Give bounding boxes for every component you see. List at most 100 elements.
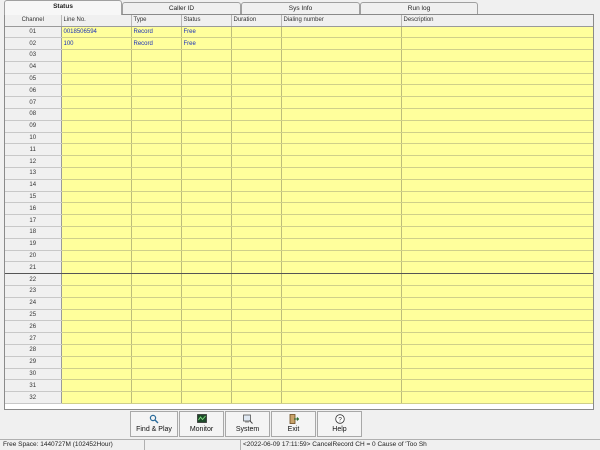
table-row[interactable]: 30 (5, 368, 593, 381)
table-row[interactable]: 18 (5, 226, 593, 239)
table-row[interactable]: 27 (5, 332, 593, 346)
table-row[interactable]: 02 100 Record Free (5, 37, 593, 51)
table-row[interactable]: 16 (5, 202, 593, 216)
cell-type (131, 191, 182, 204)
cell-channel[interactable]: 31 (5, 379, 62, 393)
monitor-button[interactable]: Monitor (179, 411, 224, 437)
table-row[interactable]: 31 (5, 379, 593, 393)
table-row[interactable]: 29 (5, 356, 593, 369)
column-header-description[interactable]: Description (401, 15, 593, 27)
cell-dialing (281, 285, 402, 298)
cell-channel[interactable]: 09 (5, 120, 62, 133)
cell-channel[interactable]: 14 (5, 179, 62, 192)
cell-channel[interactable]: 02 (5, 37, 62, 51)
table-row[interactable]: 14 (5, 179, 593, 192)
table-row[interactable]: 17 (5, 214, 593, 228)
cell-type (131, 273, 182, 287)
cell-dialing (281, 37, 402, 51)
table-row[interactable]: 10 (5, 132, 593, 145)
cell-type (131, 202, 182, 216)
table-row[interactable]: 05 (5, 73, 593, 86)
cell-channel[interactable]: 15 (5, 191, 62, 204)
cell-channel[interactable]: 22 (5, 273, 62, 287)
tab-status[interactable]: Status (4, 0, 122, 15)
table-row[interactable]: 20 (5, 250, 593, 263)
cell-channel[interactable]: 11 (5, 143, 62, 157)
help-button[interactable]: ? Help (317, 411, 362, 437)
cell-channel[interactable]: 32 (5, 391, 62, 404)
table-row[interactable]: 01 0018506594 Record Free (5, 26, 593, 39)
cell-channel[interactable]: 25 (5, 309, 62, 322)
cell-duration (231, 214, 282, 228)
table-row[interactable]: 28 (5, 344, 593, 357)
cell-channel[interactable]: 28 (5, 344, 62, 357)
cell-dialing (281, 108, 402, 121)
table-row[interactable]: 06 (5, 84, 593, 98)
table-row[interactable]: 07 (5, 96, 593, 110)
cell-channel[interactable]: 27 (5, 332, 62, 346)
table-row[interactable]: 22 (5, 273, 593, 287)
system-button[interactable]: System (225, 411, 270, 437)
cell-channel[interactable]: 16 (5, 202, 62, 216)
exit-button[interactable]: Exit (271, 411, 316, 437)
table-row[interactable]: 11 (5, 143, 593, 157)
cell-channel[interactable]: 13 (5, 167, 62, 180)
cell-channel[interactable]: 01 (5, 26, 62, 39)
cell-channel[interactable]: 29 (5, 356, 62, 369)
cell-channel[interactable]: 26 (5, 320, 62, 334)
column-header-channel[interactable]: Channel (5, 15, 62, 27)
table-row[interactable]: 26 (5, 320, 593, 334)
cell-line (61, 226, 132, 239)
find-play-button[interactable]: Find & Play (130, 411, 178, 437)
svg-text:?: ? (338, 416, 342, 423)
cell-channel[interactable]: 06 (5, 84, 62, 98)
tab-caller-id[interactable]: Caller ID (122, 2, 241, 14)
cell-type (131, 344, 182, 357)
cell-channel[interactable]: 18 (5, 226, 62, 239)
cell-channel[interactable]: 17 (5, 214, 62, 228)
cell-type (131, 309, 182, 322)
column-header-line-no[interactable]: Line No. (61, 15, 132, 27)
tab-run-log[interactable]: Run log (360, 2, 478, 14)
cell-channel[interactable]: 03 (5, 49, 62, 62)
table-row[interactable]: 24 (5, 297, 593, 310)
table-row[interactable]: 15 (5, 191, 593, 204)
cell-channel[interactable]: 30 (5, 368, 62, 381)
cell-status (181, 120, 232, 133)
cell-channel[interactable]: 08 (5, 108, 62, 121)
cell-type (131, 226, 182, 239)
cell-channel[interactable]: 05 (5, 73, 62, 86)
cell-channel[interactable]: 04 (5, 61, 62, 74)
cell-channel[interactable]: 24 (5, 297, 62, 310)
cell-channel[interactable]: 12 (5, 155, 62, 169)
cell-description (401, 84, 593, 98)
column-header-dialing-number[interactable]: Dialing number (281, 15, 402, 27)
table-row[interactable]: 13 (5, 167, 593, 180)
column-header-type[interactable]: Type (131, 15, 182, 27)
table-row[interactable]: 04 (5, 61, 593, 74)
table-row[interactable]: 23 (5, 285, 593, 298)
cell-channel[interactable]: 10 (5, 132, 62, 145)
table-row[interactable]: 25 (5, 309, 593, 322)
table-row[interactable]: 03 (5, 49, 593, 62)
cell-channel[interactable]: 21 (5, 261, 62, 275)
tab-sys-info[interactable]: Sys Info (241, 2, 360, 14)
free-space-text: Free Space: 1440727M (102452Hour) (3, 441, 113, 448)
cell-type (131, 214, 182, 228)
table-row[interactable]: 19 (5, 238, 593, 251)
table-row[interactable]: 12 (5, 155, 593, 169)
table-row[interactable]: 08 (5, 108, 593, 121)
cell-type: Record (131, 37, 182, 51)
table-row[interactable]: 09 (5, 120, 593, 133)
cell-dialing (281, 179, 402, 192)
table-row[interactable]: 21 (5, 261, 593, 275)
table-row[interactable]: 32 (5, 391, 593, 404)
cell-channel[interactable]: 23 (5, 285, 62, 298)
cell-channel[interactable]: 07 (5, 96, 62, 110)
cell-channel[interactable]: 20 (5, 250, 62, 263)
cell-type (131, 108, 182, 121)
cell-channel[interactable]: 19 (5, 238, 62, 251)
column-header-status[interactable]: Status (181, 15, 232, 27)
column-header-duration[interactable]: Duration (231, 15, 282, 27)
cell-line (61, 73, 132, 86)
